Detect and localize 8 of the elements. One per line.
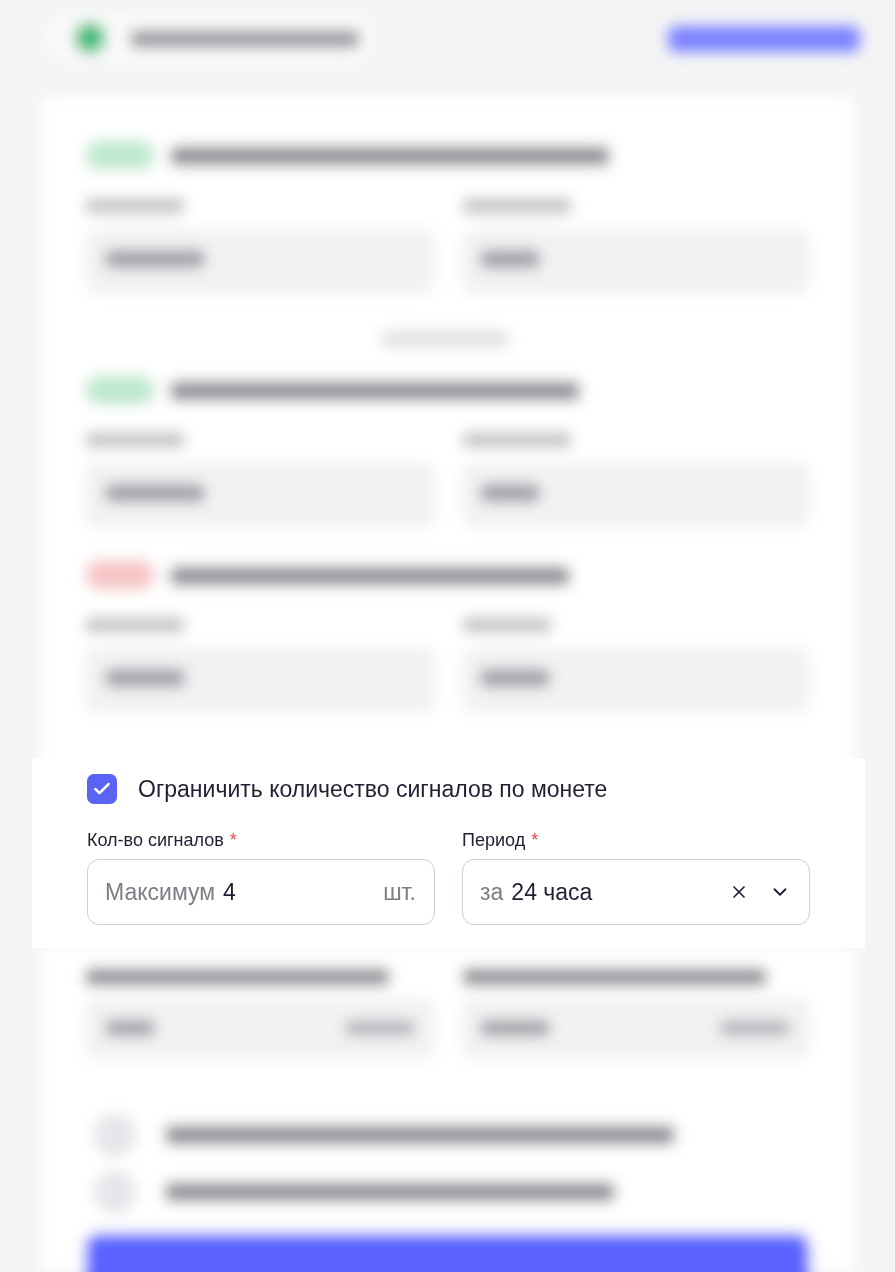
field-label: Кол-во сигналов [87, 830, 224, 851]
required-mark: * [229, 830, 237, 851]
checkbox-label: Ограничить количество сигналов по монете [138, 775, 608, 803]
checkbox[interactable] [87, 774, 117, 804]
count-input-field[interactable]: Максимум 4 шт. [87, 859, 435, 925]
required-mark: * [531, 830, 539, 851]
period-select[interactable]: за 24 часа [462, 859, 810, 925]
field-label: Период [462, 830, 526, 851]
